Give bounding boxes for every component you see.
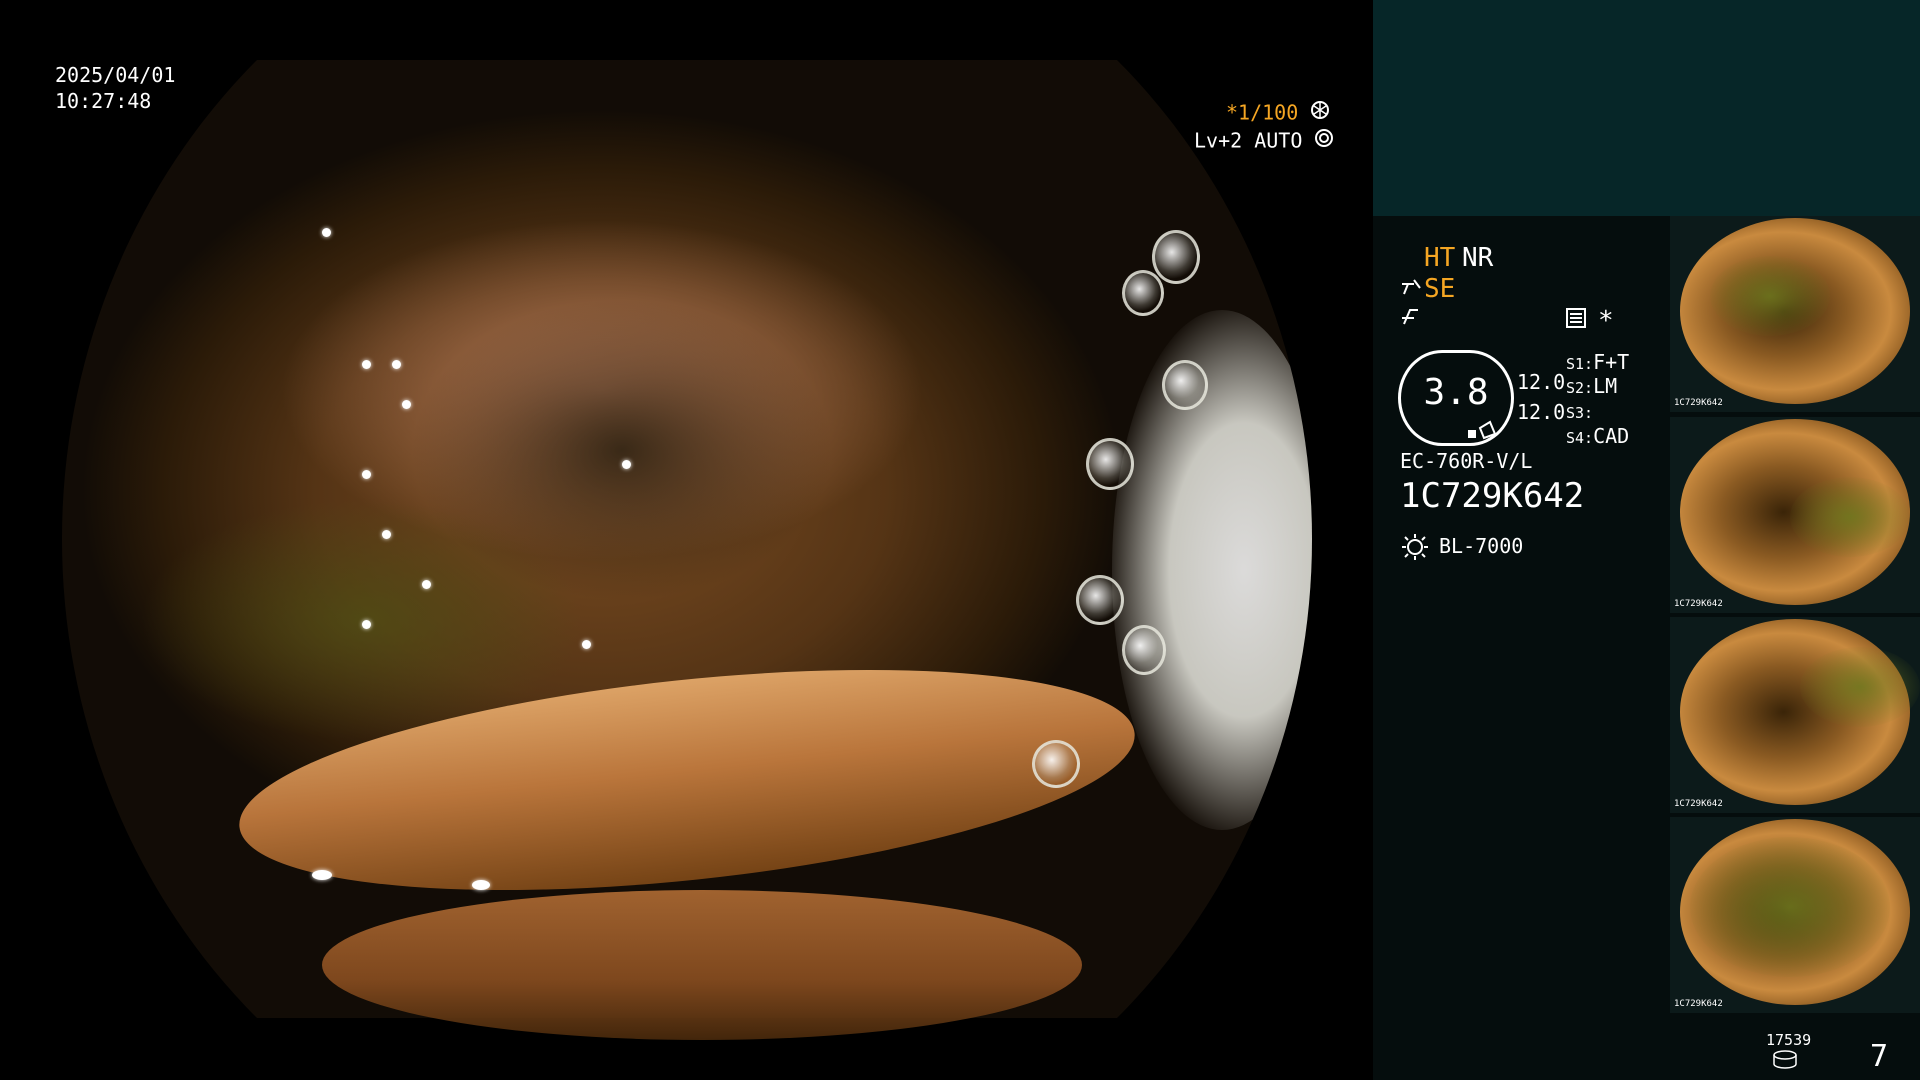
glare xyxy=(422,580,431,589)
switch-s2: S2:LM xyxy=(1566,374,1618,398)
bubble xyxy=(1032,740,1080,788)
bubble xyxy=(1152,230,1200,284)
thumbnail-id: 1C729K642 xyxy=(1674,999,1723,1009)
mucosal-fold-lower xyxy=(322,890,1082,1040)
light-source: BL-7000 xyxy=(1439,534,1524,558)
light-source-icon xyxy=(1400,532,1430,566)
thumbnail[interactable]: 1C729K642 xyxy=(1670,817,1920,1013)
glare xyxy=(622,460,631,469)
zoom-value: 3.8 xyxy=(1423,372,1489,413)
bubble xyxy=(1076,575,1124,625)
capture-time: 10:27:48 xyxy=(55,89,152,113)
asterisk-indicator: * xyxy=(1598,306,1614,336)
shutter-readout: *1/100 xyxy=(1226,98,1330,126)
thumbnail-id: 1C729K642 xyxy=(1674,599,1723,609)
exposure-mode: AUTO xyxy=(1254,128,1303,153)
thumbnail[interactable]: 1C729K642 xyxy=(1670,417,1920,613)
thumbnail-id: 1C729K642 xyxy=(1674,799,1723,809)
switch-s4: S4:CAD xyxy=(1566,424,1630,448)
glare xyxy=(392,360,401,369)
enhance-icon xyxy=(1400,306,1422,332)
storage-count: 17539 xyxy=(1766,1031,1812,1049)
brightness-level: Lv+2 xyxy=(1194,128,1243,153)
glare xyxy=(312,870,332,880)
value-a: 12.0 xyxy=(1517,370,1566,394)
bubble xyxy=(1122,625,1166,675)
glare xyxy=(362,470,371,479)
glare xyxy=(582,640,591,649)
bubble xyxy=(1086,438,1134,490)
bubble xyxy=(1122,270,1164,316)
image-settings-icon xyxy=(1565,307,1587,333)
shutter-speed: *1/100 xyxy=(1226,100,1299,125)
nr-indicator: NR xyxy=(1462,243,1494,273)
value-b: 12.0 xyxy=(1517,400,1566,424)
scope-tip-icon xyxy=(1468,420,1497,444)
switch-s3: S3: xyxy=(1566,404,1594,422)
switch-s1: S1:F+T xyxy=(1566,350,1630,374)
capture-date: 2025/04/01 xyxy=(55,63,176,87)
endoscope-view xyxy=(62,60,1312,1040)
mucosal-fold xyxy=(229,633,1145,927)
bubble xyxy=(1162,360,1208,410)
glare xyxy=(472,880,490,890)
ht-indicator: HT xyxy=(1424,243,1456,273)
thumbnail[interactable]: 1C729K642 xyxy=(1670,216,1920,412)
storage-icon xyxy=(1772,1050,1798,1074)
glare xyxy=(402,400,411,409)
iris-icon xyxy=(1314,128,1334,153)
se-indicator: SE xyxy=(1424,274,1456,304)
page-number: 7 xyxy=(1870,1039,1889,1074)
scope-model: EC-760R-V/L xyxy=(1400,449,1533,473)
thumbnail[interactable]: 1C729K642 xyxy=(1670,617,1920,813)
level-readout: Lv+2 AUTO xyxy=(1194,126,1334,154)
structure-icon xyxy=(1400,276,1422,302)
thumbnail-id: 1C729K642 xyxy=(1674,398,1723,408)
glare xyxy=(322,228,331,237)
glare xyxy=(382,530,391,539)
aperture-icon xyxy=(1310,100,1330,125)
light-reflection xyxy=(1112,310,1312,830)
scope-serial: 1C729K642 xyxy=(1400,476,1585,516)
glare xyxy=(362,360,371,369)
glare xyxy=(362,620,371,629)
panel-header xyxy=(1373,0,1920,216)
